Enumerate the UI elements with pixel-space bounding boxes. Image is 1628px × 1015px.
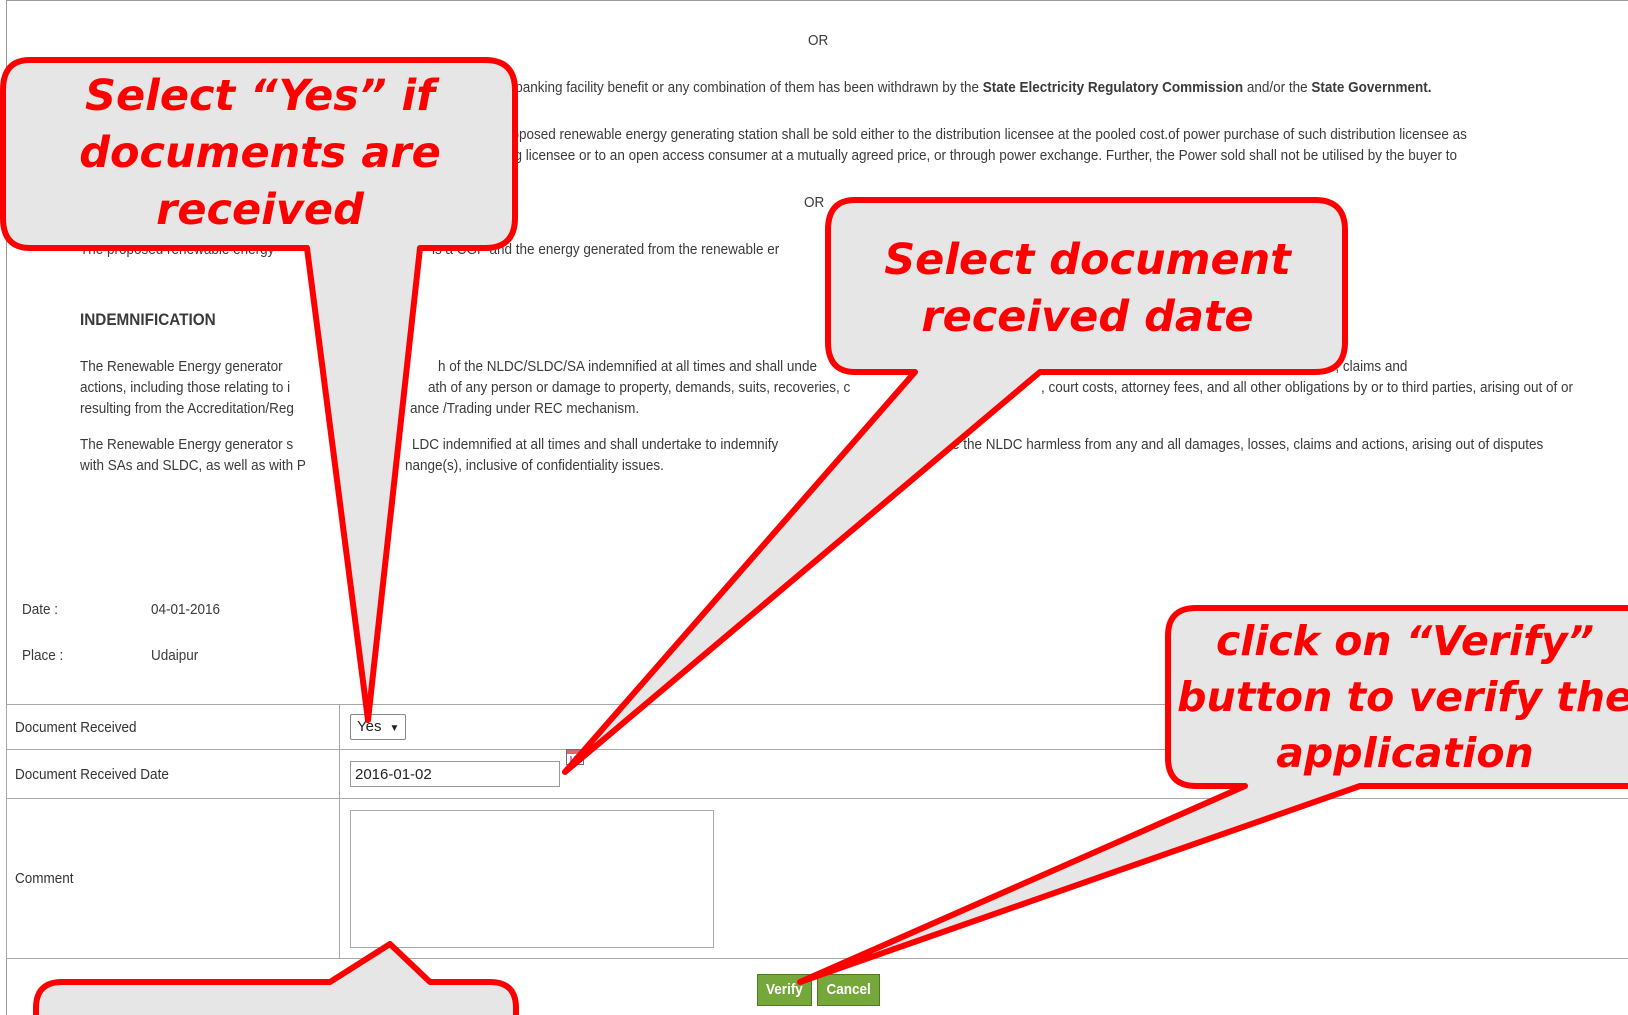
callout-date-text: Select document received date [884, 235, 1291, 342]
place-value: Udaipur [151, 647, 199, 664]
indemnification-line: e the NLDC harmless from any and all dam… [952, 436, 1544, 453]
indemnification-heading: INDEMNIFICATION [80, 310, 216, 329]
or-separator: OR [808, 32, 829, 49]
indemnification-line: nange(s), inclusive of confidentiality i… [405, 457, 664, 474]
comment-label: Comment [6, 798, 340, 959]
indemnification-line: LDC indemnified at all times and shall u… [412, 436, 779, 453]
callout-verify-text: click on “Verify” button to verify the a… [1177, 617, 1628, 777]
comment-textarea[interactable] [350, 809, 714, 948]
date-value: 04-01-2016 [151, 601, 221, 618]
doc-received-select[interactable]: Yes ▼ [350, 714, 407, 740]
declaration-line: r banking facility benefit or any combin… [507, 79, 1432, 96]
indemnification-line: h of the NLDC/SLDC/SA indemnified at all… [438, 358, 817, 375]
doc-received-date-input[interactable]: 2016-01-02 [350, 761, 560, 787]
indemnification-line: actions, including those relating to i [80, 379, 291, 396]
verify-button[interactable]: Verify [757, 974, 812, 1006]
indemnification-line: The Renewable Energy generator [80, 358, 283, 375]
dropdown-arrow-icon: ▼ [389, 723, 400, 734]
declaration-line: roposed renewable energy generating stat… [507, 126, 1467, 143]
or-separator: OR [804, 194, 825, 211]
calendar-icon[interactable] [566, 749, 584, 765]
place-label: Place : [22, 647, 64, 664]
declaration-line: The proposed renewable energy [80, 241, 275, 258]
indemnification-line: with SAs and SLDC, as well as with P [80, 457, 306, 474]
doc-received-label: Document Received [6, 704, 340, 750]
cancel-button[interactable]: Cancel [817, 974, 881, 1006]
table-row: Comment [6, 798, 1628, 959]
indemnification-line: resulting from the Accreditation/Reg [80, 400, 294, 417]
indemnification-line: rom any and all damages, losses, claims … [1138, 358, 1408, 375]
declaration-line: is a CGP and the energy generated from t… [432, 241, 780, 258]
callout-yes-text: Select “Yes” if documents are received [79, 71, 441, 235]
indemnification-line: ath of any person or damage to property,… [428, 379, 851, 396]
indemnification-line: The Renewable Energy generator s [80, 436, 294, 453]
indemnification-line: ance /Trading under REC mechanism. [410, 400, 640, 417]
date-label: Date : [22, 601, 59, 618]
indemnification-line: , court costs, attorney fees, and all ot… [1041, 379, 1574, 396]
declaration-line: ng licensee or to an open access consume… [507, 147, 1458, 164]
doc-received-date-label: Document Received Date [6, 749, 340, 799]
